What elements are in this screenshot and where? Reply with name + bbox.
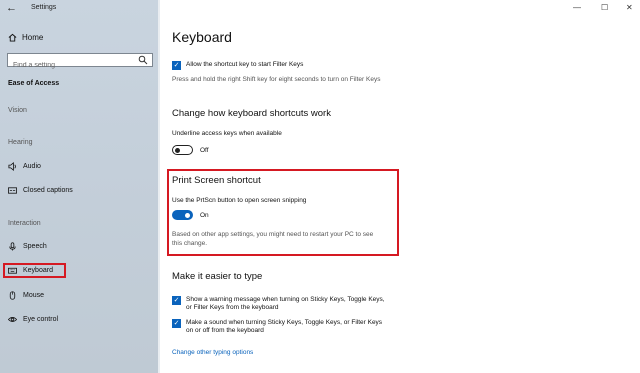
- sidebar-item-label: Speech: [23, 242, 47, 250]
- search-input[interactable]: [8, 59, 133, 72]
- checkmark-icon[interactable]: ✓: [172, 61, 181, 70]
- sidebar-item-keyboard[interactable]: Keyboard: [3, 263, 66, 278]
- back-arrow-icon[interactable]: ←: [6, 2, 17, 14]
- microphone-icon: [9, 241, 16, 251]
- minimize-icon[interactable]: —: [573, 3, 581, 12]
- underline-access-keys-toggle[interactable]: [172, 145, 193, 155]
- checkmark-icon[interactable]: ✓: [172, 319, 181, 328]
- sound-checkbox[interactable]: ✓ Make a sound when turning Sticky Keys,…: [172, 319, 382, 335]
- checkbox-label: Make a sound when turning Sticky Keys, T…: [186, 319, 382, 335]
- page-title: Keyboard: [172, 29, 232, 45]
- group-label-vision: Vision: [8, 107, 27, 114]
- underline-access-keys-label: Underline access keys when available: [172, 130, 282, 137]
- sidebar-item-label: Closed captions: [23, 186, 73, 194]
- maximize-icon[interactable]: ☐: [601, 3, 608, 12]
- warning-message-checkbox[interactable]: ✓ Show a warning message when turning on…: [172, 296, 385, 312]
- underline-access-keys-toggle-row: Off: [172, 145, 209, 155]
- section-heading-shortcuts: Change how keyboard shortcuts work: [172, 108, 331, 119]
- sidebar-item-home[interactable]: Home: [8, 33, 43, 42]
- group-label-interaction: Interaction: [8, 220, 41, 227]
- checkbox-label-line: Make a sound when turning Sticky Keys, T…: [186, 319, 383, 326]
- sidebar-item-label: Keyboard: [23, 267, 53, 274]
- home-icon: [8, 33, 17, 42]
- note-line: Based on other app settings, you might n…: [172, 231, 374, 238]
- sidebar-item-closed-captions[interactable]: Closed captions: [8, 184, 73, 196]
- filter-keys-shortcut-checkbox[interactable]: ✓ Allow the shortcut key to start Filter…: [172, 61, 303, 70]
- filter-keys-description: Press and hold the right Shift key for e…: [172, 76, 381, 83]
- sidebar-item-label: Home: [22, 33, 44, 42]
- print-screen-label: Use the PrtScn button to open screen sni…: [172, 197, 307, 204]
- toggle-state-label: On: [200, 211, 209, 219]
- eye-icon: [8, 316, 17, 322]
- toggle-state-label: Off: [200, 146, 209, 154]
- checkmark-icon[interactable]: ✓: [172, 296, 181, 305]
- note-line: this change.: [172, 240, 208, 247]
- group-label-hearing: Hearing: [8, 139, 33, 146]
- sidebar-scrollbar[interactable]: [158, 0, 160, 373]
- checkbox-label: Allow the shortcut key to start Filter K…: [186, 61, 304, 68]
- print-screen-toggle-row: On: [172, 210, 209, 220]
- app-title: Settings: [31, 4, 57, 11]
- section-heading-typing: Make it easier to type: [172, 271, 263, 282]
- change-typing-options-link[interactable]: Change other typing options: [172, 349, 253, 356]
- print-screen-note: Based on other app settings, you might n…: [172, 230, 373, 248]
- section-heading-print-screen: Print Screen shortcut: [172, 175, 261, 186]
- close-icon[interactable]: ✕: [626, 3, 633, 12]
- title-bar: ← Settings: [0, 0, 160, 18]
- mouse-icon: [9, 290, 16, 300]
- checkbox-label-line: on or off from the keyboard: [186, 327, 264, 334]
- sidebar-item-label: Mouse: [23, 291, 45, 299]
- sidebar-item-speech[interactable]: Speech: [8, 240, 47, 252]
- keyboard-icon: [8, 267, 17, 274]
- sidebar-item-label: Audio: [23, 162, 41, 170]
- speaker-icon: [8, 161, 16, 171]
- checkbox-label-line: or Filter Keys from the keyboard: [186, 304, 279, 311]
- section-title: Ease of Access: [8, 80, 60, 87]
- search-icon[interactable]: [138, 55, 148, 65]
- search-box[interactable]: [7, 53, 153, 72]
- sidebar-item-mouse[interactable]: Mouse: [8, 289, 44, 301]
- checkbox-label: Show a warning message when turning on S…: [186, 296, 385, 312]
- sidebar: ← Settings Home Ease of Access Vision He…: [0, 0, 160, 373]
- checkbox-label-line: Show a warning message when turning on S…: [186, 296, 385, 303]
- closed-captions-icon: [8, 186, 17, 194]
- sidebar-item-eye-control[interactable]: Eye control: [8, 313, 58, 325]
- sidebar-item-audio[interactable]: Audio: [8, 160, 41, 172]
- print-screen-toggle[interactable]: [172, 210, 193, 220]
- sidebar-item-label: Eye control: [23, 315, 59, 323]
